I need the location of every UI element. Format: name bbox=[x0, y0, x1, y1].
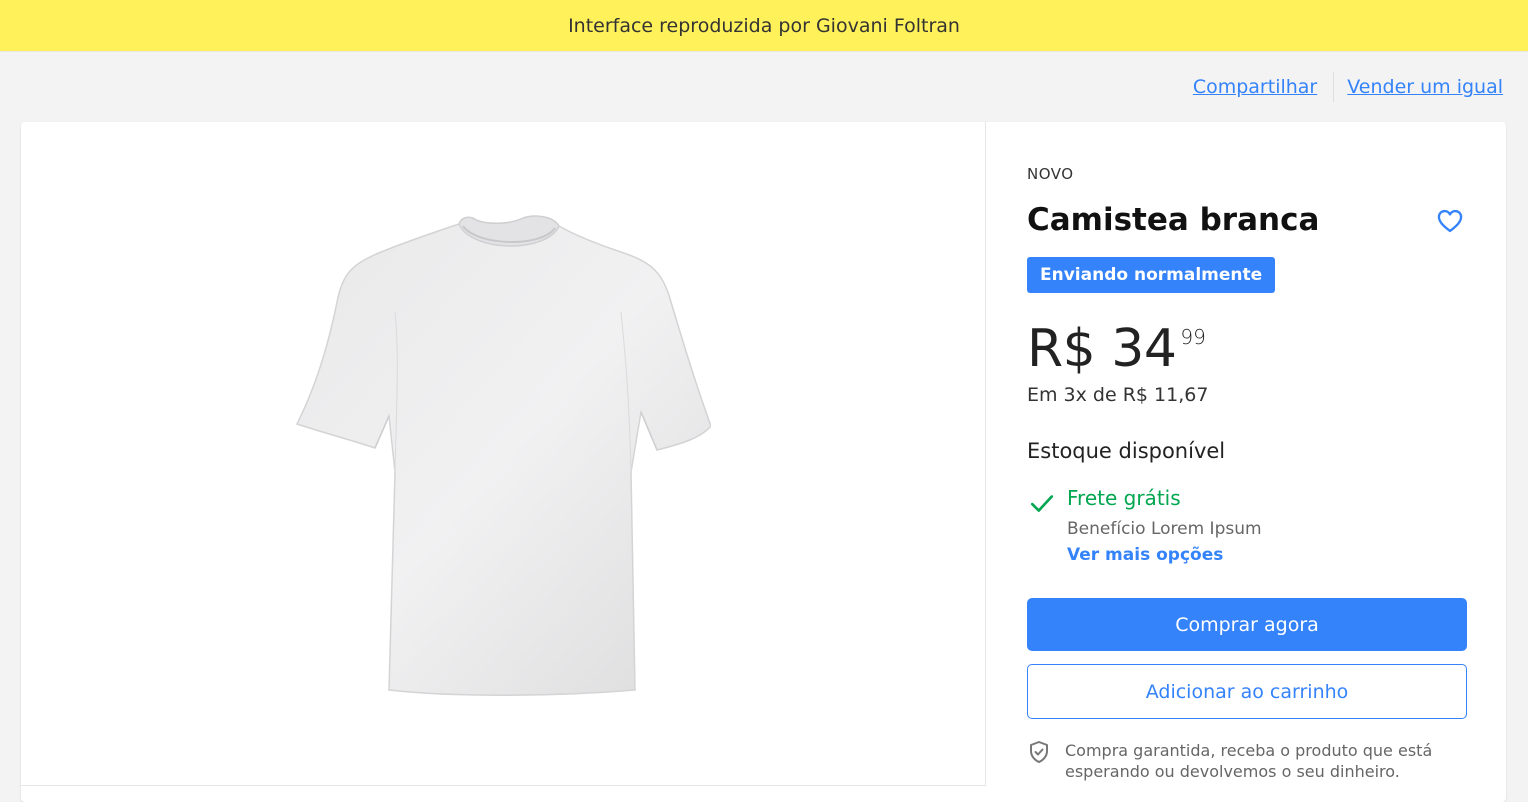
purchase-guarantee-text: Compra garantida, receba o produto que e… bbox=[1065, 741, 1433, 781]
installments-text: Em 3x de R$ 11,67 bbox=[1027, 384, 1209, 406]
check-icon bbox=[1030, 495, 1054, 512]
price: R$ 34 99 bbox=[1027, 317, 1206, 381]
buy-now-button[interactable]: Comprar agora bbox=[1027, 598, 1467, 651]
product-info: NOVO Camistea branca Enviando normalment… bbox=[1027, 122, 1467, 802]
shield-check-icon bbox=[1030, 741, 1048, 763]
add-to-cart-button[interactable]: Adicionar ao carrinho bbox=[1027, 664, 1467, 719]
top-links: Compartilhar Vender um igual bbox=[1193, 72, 1503, 102]
benefit-text: Benefício Lorem Ipsum bbox=[1067, 519, 1262, 539]
free-shipping-text: Frete grátis bbox=[1067, 486, 1181, 510]
product-title: Camistea branca bbox=[1027, 202, 1320, 238]
heart-icon[interactable] bbox=[1436, 207, 1464, 235]
stock-status: Estoque disponível bbox=[1027, 439, 1226, 463]
product-condition: NOVO bbox=[1027, 165, 1074, 183]
sell-similar-link[interactable]: Vender um igual bbox=[1347, 76, 1503, 98]
more-options-link[interactable]: Ver mais opções bbox=[1067, 545, 1223, 565]
price-cents: 99 bbox=[1180, 325, 1206, 349]
product-image[interactable] bbox=[291, 212, 711, 697]
product-card: NOVO Camistea branca Enviando normalment… bbox=[21, 122, 1506, 802]
shipping-status-badge: Enviando normalmente bbox=[1027, 257, 1276, 293]
share-link[interactable]: Compartilhar bbox=[1193, 76, 1317, 98]
image-gallery bbox=[21, 122, 986, 786]
top-banner: Interface reproduzida por Giovani Foltra… bbox=[0, 0, 1528, 52]
banner-text: Interface reproduzida por Giovani Foltra… bbox=[568, 14, 960, 37]
price-integer: R$ 34 bbox=[1027, 319, 1177, 379]
link-divider bbox=[1333, 72, 1335, 102]
